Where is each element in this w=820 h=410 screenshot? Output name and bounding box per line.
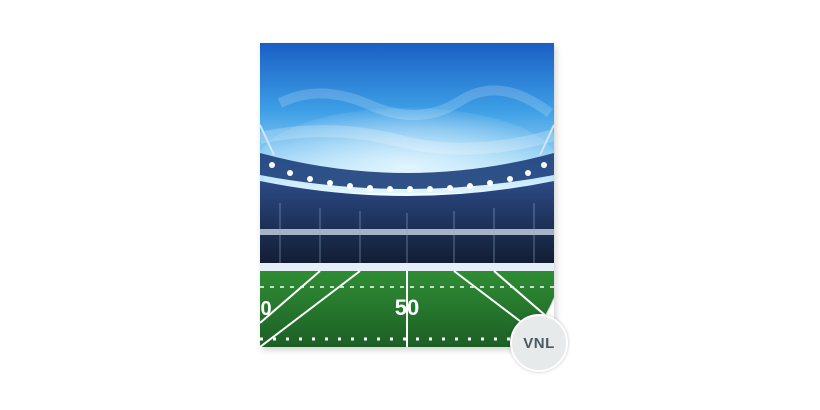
field-number-left: 0 [260,298,271,320]
wall-mural-product-image[interactable]: 50 0 [260,43,554,347]
field-number-50: 50 [395,295,419,320]
badge-label: VNL [523,334,555,352]
vnl-badge[interactable]: VNL [510,314,568,372]
field-wall [260,263,554,271]
stadium-photo: 50 0 [260,43,554,347]
